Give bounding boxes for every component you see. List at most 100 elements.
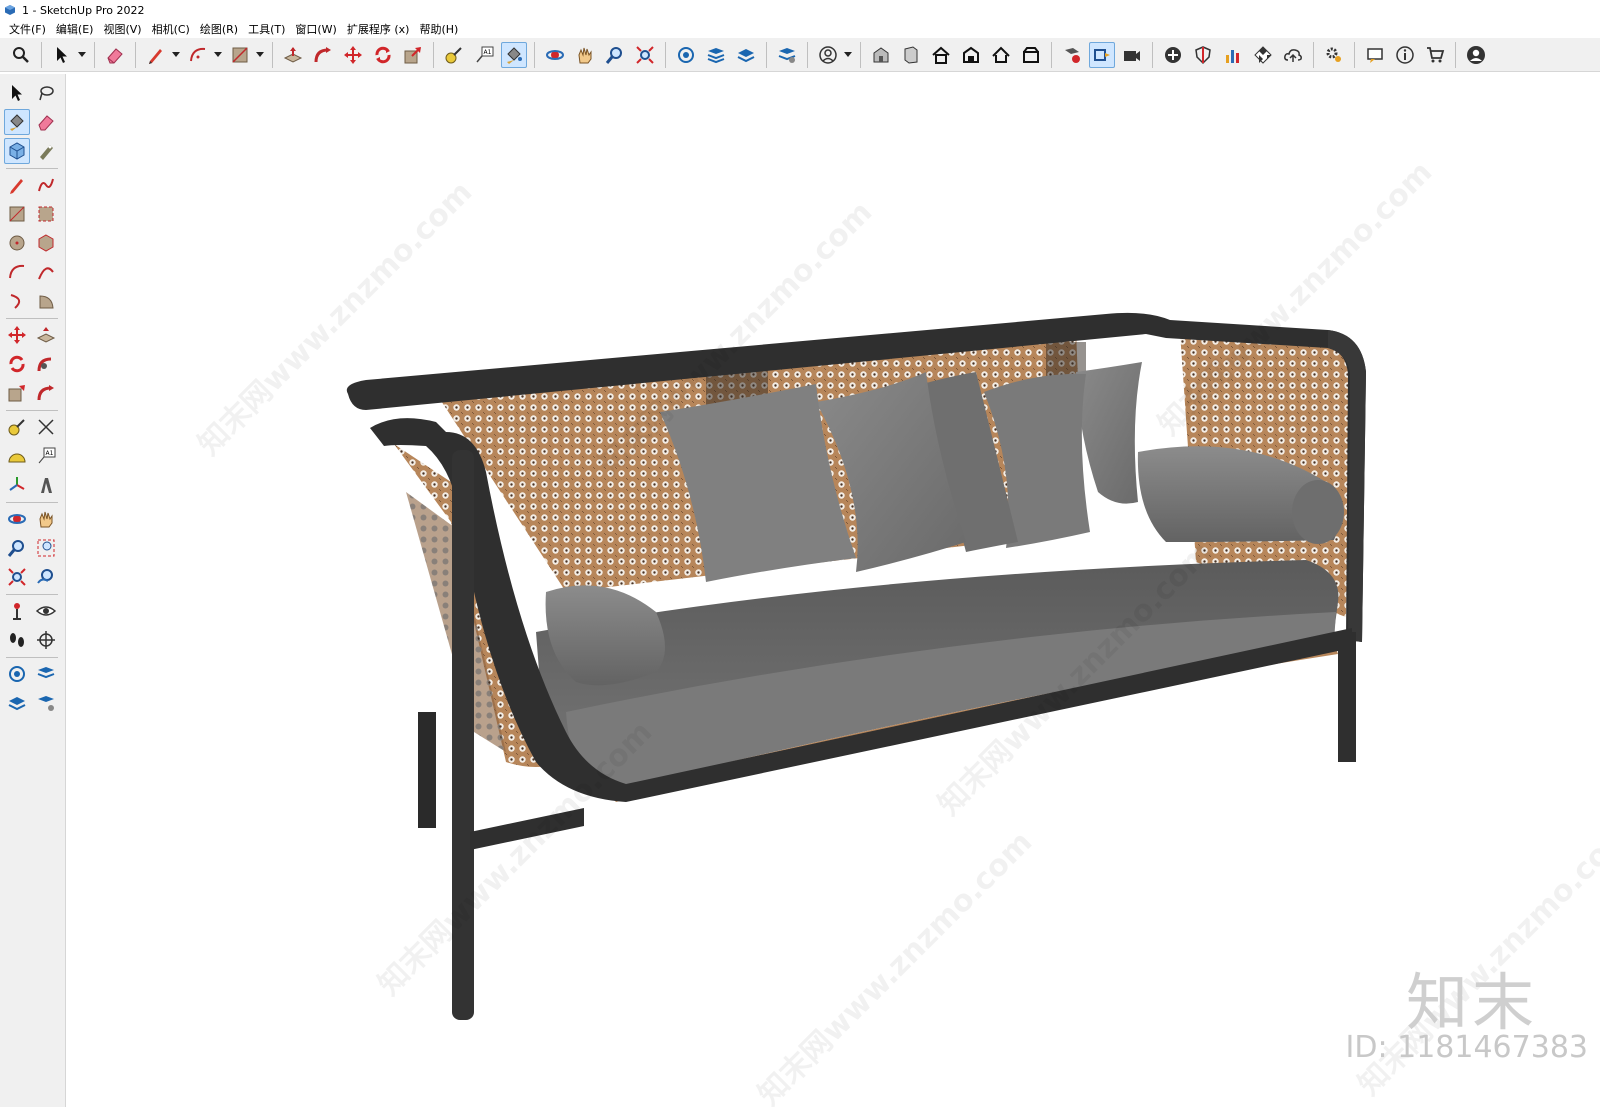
menu-window[interactable]: 窗口(W): [290, 21, 341, 37]
section-plane-icon[interactable]: [33, 627, 59, 653]
arc-dropdown-icon[interactable]: [213, 42, 223, 68]
chart-icon[interactable]: [1220, 42, 1246, 68]
select-arrow-icon[interactable]: [4, 80, 30, 106]
rotate-icon[interactable]: [370, 42, 396, 68]
layers-icon[interactable]: [33, 661, 59, 687]
house-roof-icon[interactable]: [988, 42, 1014, 68]
warehouse-icon[interactable]: [868, 42, 894, 68]
layer-settings-icon[interactable]: [33, 690, 59, 716]
footprints-icon[interactable]: [4, 627, 30, 653]
text-label-icon[interactable]: A1: [33, 443, 59, 469]
message-icon[interactable]: [1362, 42, 1388, 68]
dimension-icon[interactable]: [33, 414, 59, 440]
three-point-arc-icon[interactable]: [4, 288, 30, 314]
menu-tools[interactable]: 工具(T): [243, 21, 290, 37]
toolbar-separator: [534, 41, 535, 68]
eraser-icon[interactable]: [102, 42, 128, 68]
zoom-extents-icon[interactable]: [632, 42, 658, 68]
select-dropdown-icon[interactable]: [77, 42, 87, 68]
cloud-upload-icon[interactable]: [1280, 42, 1306, 68]
house-box-icon[interactable]: [1018, 42, 1044, 68]
eye-icon[interactable]: [33, 598, 59, 624]
draw-dropdown-icon[interactable]: [171, 42, 181, 68]
scale-icon[interactable]: [400, 42, 426, 68]
model-viewport[interactable]: 知末网www.znzmo.com 知末网www.znzmo.com 知末网www…: [66, 72, 1600, 1107]
menu-edit[interactable]: 编辑(E): [51, 21, 99, 37]
profile-icon[interactable]: [1463, 42, 1489, 68]
add-circle-icon[interactable]: [1160, 42, 1186, 68]
layers-icon[interactable]: [703, 42, 729, 68]
freehand-icon[interactable]: [33, 172, 59, 198]
section-icon[interactable]: [1089, 41, 1115, 68]
polygon-icon[interactable]: [33, 230, 59, 256]
move-icon[interactable]: [4, 322, 30, 348]
scale-icon[interactable]: [4, 380, 30, 406]
rotated-rectangle-icon[interactable]: [33, 201, 59, 227]
component-icon[interactable]: [4, 138, 30, 164]
tag-icon[interactable]: [33, 138, 59, 164]
follow-me-icon[interactable]: [310, 42, 336, 68]
search-icon[interactable]: [8, 42, 34, 68]
pencil-icon[interactable]: [143, 42, 169, 68]
menu-draw[interactable]: 绘图(R): [195, 21, 243, 37]
tape-measure-icon[interactable]: [441, 42, 467, 68]
menu-camera[interactable]: 相机(C): [147, 21, 195, 37]
stack-icon[interactable]: [4, 690, 30, 716]
protractor-icon[interactable]: [4, 443, 30, 469]
menu-file[interactable]: 文件(F): [4, 21, 51, 37]
house-icon[interactable]: [928, 42, 954, 68]
house-front-icon[interactable]: [958, 42, 984, 68]
info-icon[interactable]: [1392, 42, 1418, 68]
previous-view-icon[interactable]: [33, 564, 59, 590]
orbit-icon[interactable]: [542, 42, 568, 68]
gear-icon[interactable]: [1321, 42, 1347, 68]
user-icon[interactable]: [815, 42, 841, 68]
follow-me-icon[interactable]: [33, 351, 59, 377]
lasso-icon[interactable]: [33, 80, 59, 106]
sandbox-icon[interactable]: [4, 661, 30, 687]
pencil-icon[interactable]: [4, 172, 30, 198]
user-dropdown-icon[interactable]: [843, 42, 853, 68]
zoom-icon[interactable]: [602, 42, 628, 68]
rectangle-icon[interactable]: [227, 42, 253, 68]
stack-icon[interactable]: [733, 42, 759, 68]
text-label-icon[interactable]: A1: [471, 42, 497, 68]
move-icon[interactable]: [340, 42, 366, 68]
layer-settings-icon[interactable]: [774, 42, 800, 68]
eraser-icon[interactable]: [33, 109, 59, 135]
select-arrow-icon[interactable]: [49, 42, 75, 68]
offset-icon[interactable]: [33, 380, 59, 406]
rectangle-icon[interactable]: [4, 201, 30, 227]
position-camera-icon[interactable]: [4, 598, 30, 624]
two-point-arc-icon[interactable]: [33, 259, 59, 285]
tape-measure-icon[interactable]: [4, 414, 30, 440]
camera-icon[interactable]: [1119, 42, 1145, 68]
menu-extensions[interactable]: 扩展程序 (x): [342, 21, 415, 37]
sandbox-icon[interactable]: [673, 42, 699, 68]
circle-icon[interactable]: [4, 230, 30, 256]
axes-icon[interactable]: [4, 472, 30, 498]
paint-bucket-icon[interactable]: [4, 109, 30, 135]
push-pull-icon[interactable]: [280, 42, 306, 68]
rotate-icon[interactable]: [4, 351, 30, 377]
shape-dropdown-icon[interactable]: [255, 42, 265, 68]
zoom-icon[interactable]: [4, 535, 30, 561]
checker-icon[interactable]: [1250, 42, 1276, 68]
paint-bucket-icon[interactable]: [501, 41, 527, 68]
pan-icon[interactable]: [572, 42, 598, 68]
push-pull-icon[interactable]: [33, 322, 59, 348]
menu-view[interactable]: 视图(V): [98, 21, 146, 37]
pie-icon[interactable]: [33, 288, 59, 314]
zoom-window-icon[interactable]: [33, 535, 59, 561]
arc-icon[interactable]: [4, 259, 30, 285]
cart-icon[interactable]: [1422, 42, 1448, 68]
3d-text-icon[interactable]: [33, 472, 59, 498]
orbit-icon[interactable]: [4, 506, 30, 532]
pan-icon[interactable]: [33, 506, 59, 532]
shadow-check-icon[interactable]: [1059, 42, 1085, 68]
component-icon[interactable]: [898, 42, 924, 68]
shield-icon[interactable]: [1190, 42, 1216, 68]
zoom-extents-icon[interactable]: [4, 564, 30, 590]
menu-help[interactable]: 帮助(H): [414, 21, 463, 37]
arc-icon[interactable]: [185, 42, 211, 68]
